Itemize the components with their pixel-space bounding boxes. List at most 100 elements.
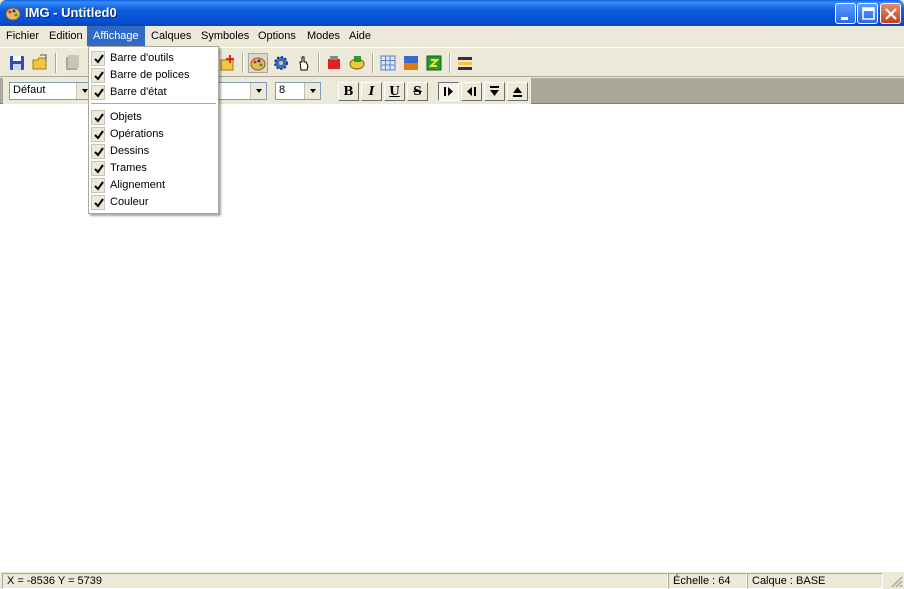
hand-button[interactable] (294, 53, 314, 73)
minimize-button[interactable] (835, 3, 856, 24)
check-icon (94, 164, 104, 174)
check-icon (94, 181, 104, 191)
open-button[interactable] (30, 53, 50, 73)
palette-button[interactable] (248, 53, 268, 73)
align-left-icon (467, 87, 476, 96)
menu-item-label: Alignement (110, 179, 166, 191)
hand-icon (299, 56, 309, 71)
chevron-down-icon (256, 89, 262, 93)
menu-item-barre-etat[interactable]: Barre d'état (89, 84, 218, 101)
maximize-button[interactable] (857, 3, 878, 24)
symbol-add-button[interactable] (218, 53, 238, 73)
layers-green-icon (349, 56, 365, 70)
menu-item-objets[interactable]: Objets (89, 109, 218, 126)
status-layer: Calque : BASE (747, 573, 883, 589)
underline-button[interactable]: U (384, 82, 405, 101)
layers-red-button[interactable] (324, 53, 344, 73)
check-icon (94, 147, 104, 157)
align-right-icon (444, 87, 453, 96)
menu-item-label: Opérations (110, 128, 164, 140)
align-left-button[interactable] (461, 82, 482, 101)
gear-button[interactable] (271, 53, 291, 73)
close-button[interactable] (880, 3, 901, 24)
menu-item-label: Dessins (110, 145, 150, 157)
menu-fichier[interactable]: Fichier (0, 26, 45, 46)
grid-button[interactable] (378, 53, 398, 73)
menu-item-label: Objets (110, 111, 142, 123)
save-icon (10, 56, 24, 70)
resize-grip-icon[interactable] (889, 574, 903, 588)
check-icon (94, 113, 104, 123)
status-bar: X = -8536 Y = 5739 Échelle : 64 Calque :… (0, 571, 904, 589)
menu-item-label: Couleur (110, 196, 149, 208)
maximize-icon (862, 7, 875, 20)
symbol-add-icon (220, 55, 234, 71)
gear-icon (274, 56, 288, 70)
layers-red-icon (328, 56, 340, 69)
layers-green-button[interactable] (347, 53, 367, 73)
menu-separator (91, 103, 216, 104)
check-icon (94, 88, 104, 98)
title-bar[interactable]: IMG - Untitled0 (0, 0, 904, 26)
menu-calques[interactable]: Calques (145, 26, 197, 46)
menu-item-label: Barre d'outils (110, 52, 174, 64)
menu-item-label: Barre de polices (110, 69, 190, 81)
strike-button[interactable]: S (407, 82, 428, 101)
menu-item-barre-outils[interactable]: Barre d'outils (89, 50, 218, 67)
status-scale: Échelle : 64 (668, 573, 747, 589)
size-select[interactable]: 8 (275, 82, 321, 100)
menu-item-trames[interactable]: Trames (89, 160, 218, 177)
list-icon (458, 57, 472, 70)
color-square-icon (404, 56, 418, 70)
menu-options[interactable]: Options (252, 26, 302, 46)
grid-icon (380, 55, 396, 71)
align-top-button[interactable] (507, 82, 528, 101)
check-icon (94, 71, 104, 81)
style-value: Défaut (13, 84, 46, 96)
close-icon (885, 8, 897, 20)
menu-item-dessins[interactable]: Dessins (89, 143, 218, 160)
style-select[interactable]: Défaut (9, 82, 93, 100)
align-top-icon (513, 87, 522, 97)
affichage-menu: Barre d'outils Barre de polices Barre d'… (88, 46, 219, 214)
menu-symboles[interactable]: Symboles (195, 26, 255, 46)
palette-icon (250, 57, 266, 71)
size-dropdown-button[interactable] (304, 83, 320, 99)
menu-aide[interactable]: Aide (343, 26, 377, 46)
menu-item-couleur[interactable]: Couleur (89, 194, 218, 211)
minimize-icon (841, 17, 848, 20)
palette-icon (5, 7, 21, 21)
bold-button[interactable]: B (338, 82, 359, 101)
menu-edition[interactable]: Edition (43, 26, 89, 46)
open-icon (32, 54, 47, 70)
font-dropdown-button[interactable] (250, 83, 266, 99)
align-right-button[interactable] (438, 82, 459, 101)
check-icon (94, 198, 104, 208)
align-bottom-icon (490, 86, 499, 96)
save-button[interactable] (7, 53, 27, 73)
check-icon (94, 130, 104, 140)
copy-button[interactable] (62, 53, 82, 73)
italic-button[interactable]: I (361, 82, 382, 101)
window-title: IMG - Untitled0 (25, 5, 117, 20)
menu-modes[interactable]: Modes (301, 26, 346, 46)
status-coords: X = -8536 Y = 5739 (2, 573, 668, 589)
check-icon (94, 54, 104, 64)
menu-item-alignement[interactable]: Alignement (89, 177, 218, 194)
font-select[interactable] (216, 82, 267, 100)
menu-affichage[interactable]: Affichage (87, 26, 145, 46)
size-value: 8 (279, 84, 286, 96)
menu-item-barre-polices[interactable]: Barre de polices (89, 67, 218, 84)
list-button[interactable] (455, 53, 475, 73)
copy-icon (66, 55, 79, 70)
align-bottom-button[interactable] (484, 82, 505, 101)
menu-item-label: Trames (110, 162, 147, 174)
menu-bar: Fichier Edition Affichage Calques Symbol… (0, 26, 904, 46)
color-square-button[interactable] (401, 53, 421, 73)
font-bar-panel: Défaut 8 B I U S (3, 78, 531, 104)
refresh-button[interactable] (424, 53, 444, 73)
chevron-down-icon (310, 89, 316, 93)
refresh-icon (426, 55, 442, 71)
menu-item-operations[interactable]: Opérations (89, 126, 218, 143)
menu-item-label: Barre d'état (110, 86, 167, 98)
